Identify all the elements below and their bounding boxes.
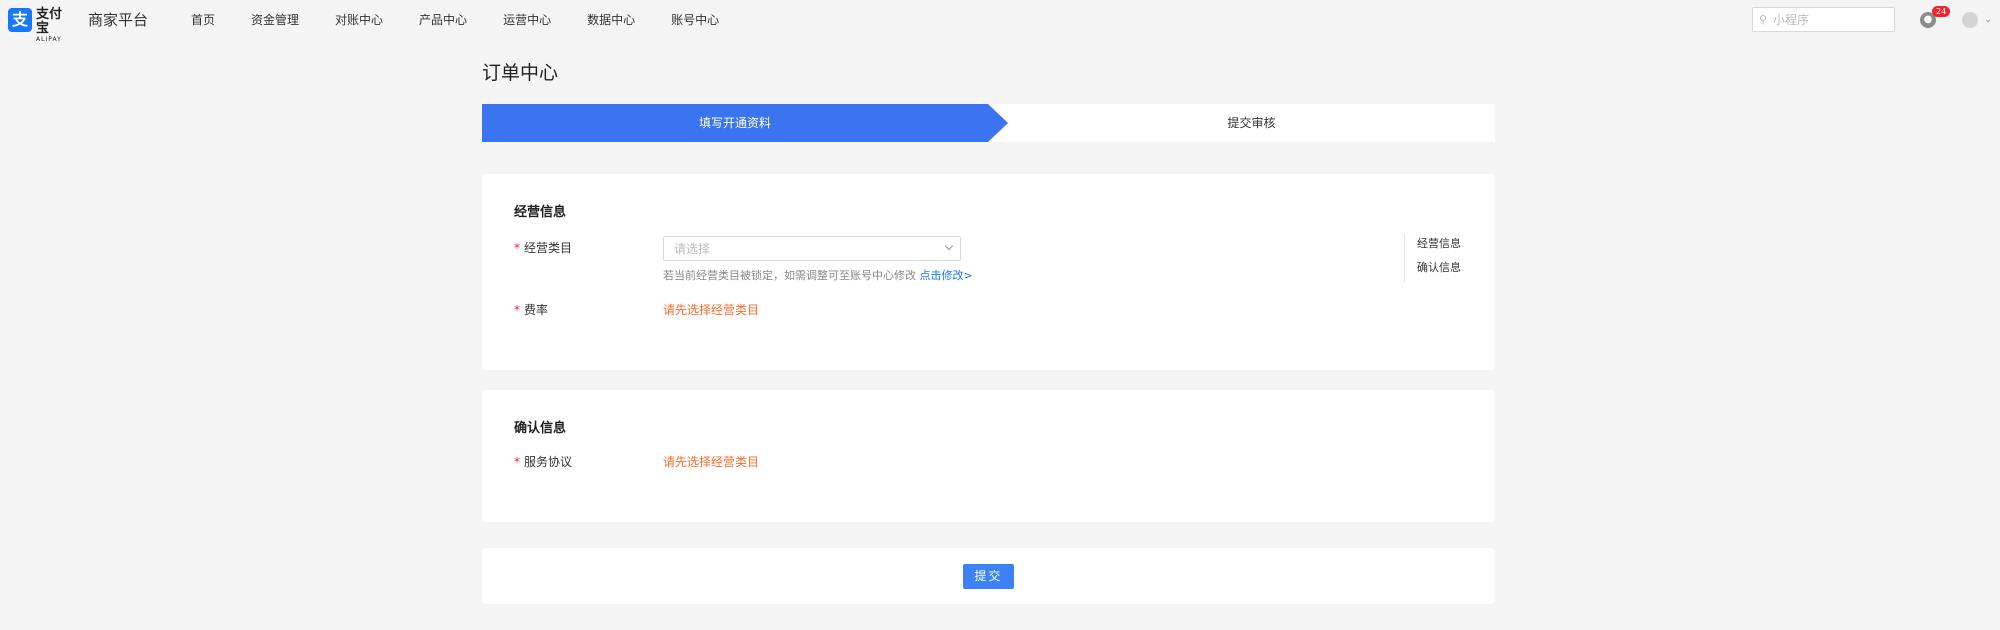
step-label-fill-info: 填写开通资料: [698, 116, 771, 130]
chevron-down-icon: [944, 241, 954, 251]
nav-item-home[interactable]: 首页: [191, 12, 215, 28]
business-info-title: 经营信息: [514, 205, 567, 220]
chevron-down-icon[interactable]: ⌄: [1984, 12, 1992, 28]
anchor-nav: 经营信息 确认信息: [1404, 234, 1474, 282]
submit-bar: 提交: [482, 548, 1495, 604]
alipay-logo-icon[interactable]: 支: [8, 8, 32, 32]
modify-link[interactable]: 点击修改>: [920, 269, 973, 282]
nav-item-account[interactable]: 账号中心: [671, 12, 719, 28]
agreement-label: * 服务协议: [514, 454, 572, 470]
required-mark: *: [514, 241, 520, 255]
submit-button[interactable]: 提交: [963, 564, 1014, 589]
nav-item-operations[interactable]: 运营中心: [503, 12, 551, 28]
platform-name: 商家平台: [88, 11, 149, 29]
rate-value: 请先选择经营类目: [663, 303, 760, 317]
step-label-submit-review: 提交审核: [1227, 116, 1276, 130]
category-label-text: 经营类目: [524, 241, 573, 255]
anchor-item-business-info[interactable]: 经营信息: [1417, 236, 1461, 252]
nav-item-products[interactable]: 产品中心: [419, 12, 467, 28]
rate-label: * 费率: [514, 302, 548, 318]
nav-item-data[interactable]: 数据中心: [587, 12, 635, 28]
top-nav-bar: 支 支付宝 ALIPAY 商家平台 首页 资金管理 对账中心 产品中心 运营中心…: [0, 0, 2000, 43]
category-label: * 经营类目: [514, 240, 572, 256]
notification-badge: 24: [1932, 6, 1951, 17]
avatar[interactable]: [1962, 12, 1978, 28]
search-input[interactable]: [1773, 10, 1888, 29]
category-select[interactable]: 请选择: [663, 236, 961, 261]
confirm-info-card: 确认信息 * 服务协议 请先选择经营类目: [482, 390, 1495, 522]
nav-item-reconciliation[interactable]: 对账中心: [335, 12, 383, 28]
nav-item-funds[interactable]: 资金管理: [251, 12, 299, 28]
search-icon: ⚲: [1759, 13, 1768, 26]
business-info-card: 经营信息 * 经营类目 请选择 若当前经营类目被锁定，如需调整可至账号中心修改 点…: [482, 174, 1495, 370]
page-title: 订单中心: [482, 62, 559, 84]
anchor-item-confirm-info[interactable]: 确认信息: [1417, 260, 1461, 276]
rate-label-text: 费率: [524, 303, 549, 317]
main-nav: 首页 资金管理 对账中心 产品中心 运营中心 数据中心 账号中心: [191, 12, 755, 28]
agreement-label-text: 服务协议: [524, 455, 573, 469]
logo-text: 支付宝 ALIPAY: [36, 8, 74, 44]
agreement-value: 请先选择经营类目: [663, 455, 760, 469]
logo-text-cn: 支付宝: [36, 7, 63, 36]
category-select-placeholder: 请选择: [674, 242, 711, 256]
category-hint-text: 若当前经营类目被锁定，如需调整可至账号中心修改: [663, 269, 916, 282]
confirm-info-title: 确认信息: [514, 421, 567, 436]
category-hint: 若当前经营类目被锁定，如需调整可至账号中心修改 点击修改>: [663, 268, 973, 284]
required-mark: *: [514, 455, 520, 469]
logo-text-en: ALIPAY: [36, 36, 62, 43]
required-mark: *: [514, 303, 520, 317]
steps-bar: 填写开通资料 提交审核: [482, 104, 1495, 142]
search-box[interactable]: ⚲: [1752, 7, 1895, 32]
